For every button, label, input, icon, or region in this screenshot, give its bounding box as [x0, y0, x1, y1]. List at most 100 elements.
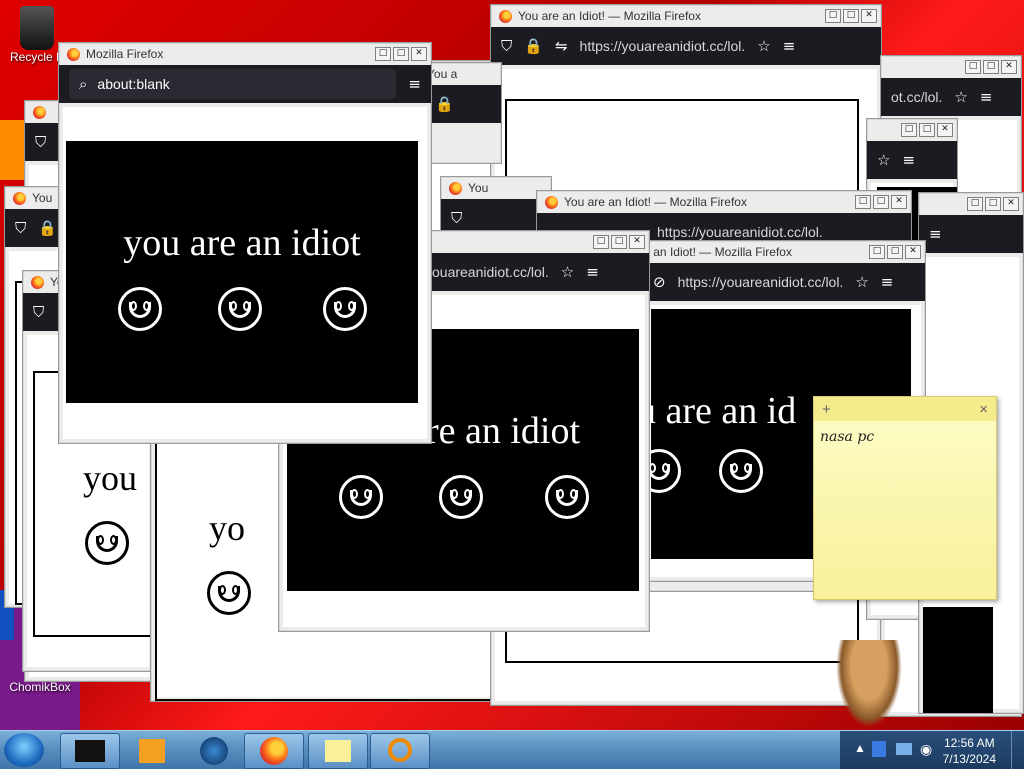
firefox-icon — [449, 181, 462, 195]
firefox-icon — [545, 195, 558, 209]
smiley-icon — [118, 287, 162, 331]
smiley-icon — [323, 287, 367, 331]
close-button[interactable]: ✕ — [629, 235, 645, 249]
taskbar-app-3[interactable] — [184, 733, 244, 769]
clock[interactable]: 12:56 AM 7/13/2024 — [943, 735, 996, 767]
close-button[interactable]: ✕ — [861, 9, 877, 23]
taskbar-magnifier[interactable] — [370, 733, 430, 769]
close-button[interactable]: ✕ — [1003, 197, 1019, 211]
firefox-icon — [499, 9, 512, 23]
window-title: You are an Idiot! — Mozilla Firefox — [518, 9, 701, 23]
shield-icon[interactable]: ⛉ — [451, 209, 462, 227]
close-button[interactable]: ✕ — [905, 245, 921, 259]
system-tray: ▲ ◉ 12:56 AM 7/13/2024 — [840, 731, 1024, 769]
lock-icon: 🔒 — [435, 95, 454, 113]
close-note-button[interactable]: × — [979, 401, 988, 418]
smiley-icon — [719, 449, 763, 493]
maximize-button[interactable]: □ — [611, 235, 627, 249]
close-button[interactable]: ✕ — [1001, 60, 1017, 74]
menu-icon[interactable]: ≡ — [586, 263, 599, 281]
permissions-icon[interactable]: ⊘ — [653, 273, 666, 291]
minimize-button[interactable]: □ — [855, 195, 871, 209]
taskbar-media-player[interactable] — [122, 733, 182, 769]
add-note-button[interactable]: + — [822, 401, 831, 418]
tray-app-icon[interactable] — [872, 741, 886, 757]
smiley-icon — [339, 475, 383, 519]
taskbar: ▲ ◉ 12:56 AM 7/13/2024 — [0, 730, 1024, 769]
bookmark-star-icon[interactable]: ☆ — [757, 37, 770, 55]
maximize-button[interactable]: □ — [393, 47, 409, 61]
minimize-button[interactable]: □ — [375, 47, 391, 61]
smiley-icon — [207, 571, 251, 615]
chomikbox-icon[interactable]: ChomikBox — [0, 680, 80, 694]
start-button[interactable] — [4, 733, 44, 767]
lock-icon: 🔒 — [524, 37, 543, 55]
firefox-icon — [33, 105, 46, 119]
menu-icon[interactable]: ≡ — [881, 273, 894, 291]
bookmark-star-icon[interactable]: ☆ — [855, 273, 868, 291]
minimize-button[interactable]: □ — [901, 123, 917, 137]
minimize-button[interactable]: □ — [825, 9, 841, 23]
smiley-icon — [545, 475, 589, 519]
network-icon[interactable] — [896, 743, 912, 755]
smiley-icon — [439, 475, 483, 519]
bookmark-star-icon[interactable]: ☆ — [954, 88, 967, 106]
shield-icon[interactable]: ⛉ — [33, 303, 44, 321]
idiot-page: you are an idiot — [66, 141, 418, 403]
menu-icon[interactable]: ≡ — [783, 37, 796, 55]
menu-icon[interactable]: ≡ — [902, 151, 915, 169]
maximize-button[interactable]: □ — [887, 245, 903, 259]
show-hidden-icons[interactable]: ▲ — [854, 741, 866, 755]
chomikbox-label: ChomikBox — [9, 680, 71, 694]
url-text[interactable]: ot.cc/lol. — [891, 89, 942, 105]
taskbar-firefox[interactable] — [244, 733, 304, 769]
url-text[interactable]: about:blank — [97, 76, 169, 92]
window-title: Mozilla Firefox — [86, 47, 164, 61]
firefox-window-about-blank[interactable]: Mozilla Firefox □ □ ✕ ⌕ about:blank ≡ you … — [58, 42, 432, 444]
clock-time: 12:56 AM — [943, 736, 995, 750]
close-button[interactable]: ✕ — [411, 47, 427, 61]
bookmark-star-icon[interactable]: ☆ — [877, 151, 890, 169]
smiley-icon — [85, 521, 129, 565]
minimize-button[interactable]: □ — [965, 60, 981, 74]
maximize-button[interactable]: □ — [919, 123, 935, 137]
shield-icon[interactable]: ⛉ — [15, 219, 26, 237]
url-text[interactable]: https://youareanidiot.cc/lol. — [580, 38, 746, 54]
firefox-window-mid-upper[interactable]: You a 🔒 — [424, 62, 502, 164]
url-text[interactable]: https://youareanidiot.cc/lol. — [678, 274, 844, 290]
page-message: you are an idiot — [123, 222, 361, 264]
shield-icon[interactable]: ⛉ — [501, 37, 512, 55]
url-text[interactable]: youareanidiot.cc/lol. — [425, 264, 549, 280]
taskbar-app-1[interactable] — [60, 733, 120, 769]
sticky-note-text[interactable]: nasa pc — [814, 421, 996, 453]
close-button[interactable]: ✕ — [937, 123, 953, 137]
shield-icon[interactable]: ⛉ — [35, 133, 46, 151]
permissions-icon[interactable]: ⇋ — [555, 37, 568, 55]
lock-icon: 🔒 — [38, 219, 57, 237]
maximize-button[interactable]: □ — [843, 9, 859, 23]
page-frame — [923, 607, 993, 713]
maximize-button[interactable]: □ — [873, 195, 889, 209]
menu-icon[interactable]: ≡ — [929, 225, 942, 243]
page-message: you — [83, 458, 137, 498]
minimize-button[interactable]: □ — [593, 235, 609, 249]
volume-icon[interactable]: ◉ — [920, 741, 932, 758]
page-message: yo — [209, 508, 245, 548]
window-title: You — [32, 191, 53, 205]
smiley-icon — [218, 287, 262, 331]
bookmark-star-icon[interactable]: ☆ — [561, 263, 574, 281]
minimize-button[interactable]: □ — [967, 197, 983, 211]
maximize-button[interactable]: □ — [983, 60, 999, 74]
url-bar[interactable]: ⌕ about:blank — [69, 69, 397, 99]
hamster-image — [836, 640, 902, 728]
minimize-button[interactable]: □ — [869, 245, 885, 259]
menu-icon[interactable]: ≡ — [980, 88, 993, 106]
sticky-note[interactable]: + × nasa pc — [813, 396, 997, 600]
url-text[interactable]: https://youareanidiot.cc/lol. — [657, 224, 823, 240]
maximize-button[interactable]: □ — [985, 197, 1001, 211]
menu-icon[interactable]: ≡ — [408, 75, 421, 93]
show-desktop-button[interactable] — [1011, 731, 1024, 769]
firefox-icon — [31, 275, 44, 289]
close-button[interactable]: ✕ — [891, 195, 907, 209]
taskbar-sticky-notes[interactable] — [308, 733, 368, 769]
